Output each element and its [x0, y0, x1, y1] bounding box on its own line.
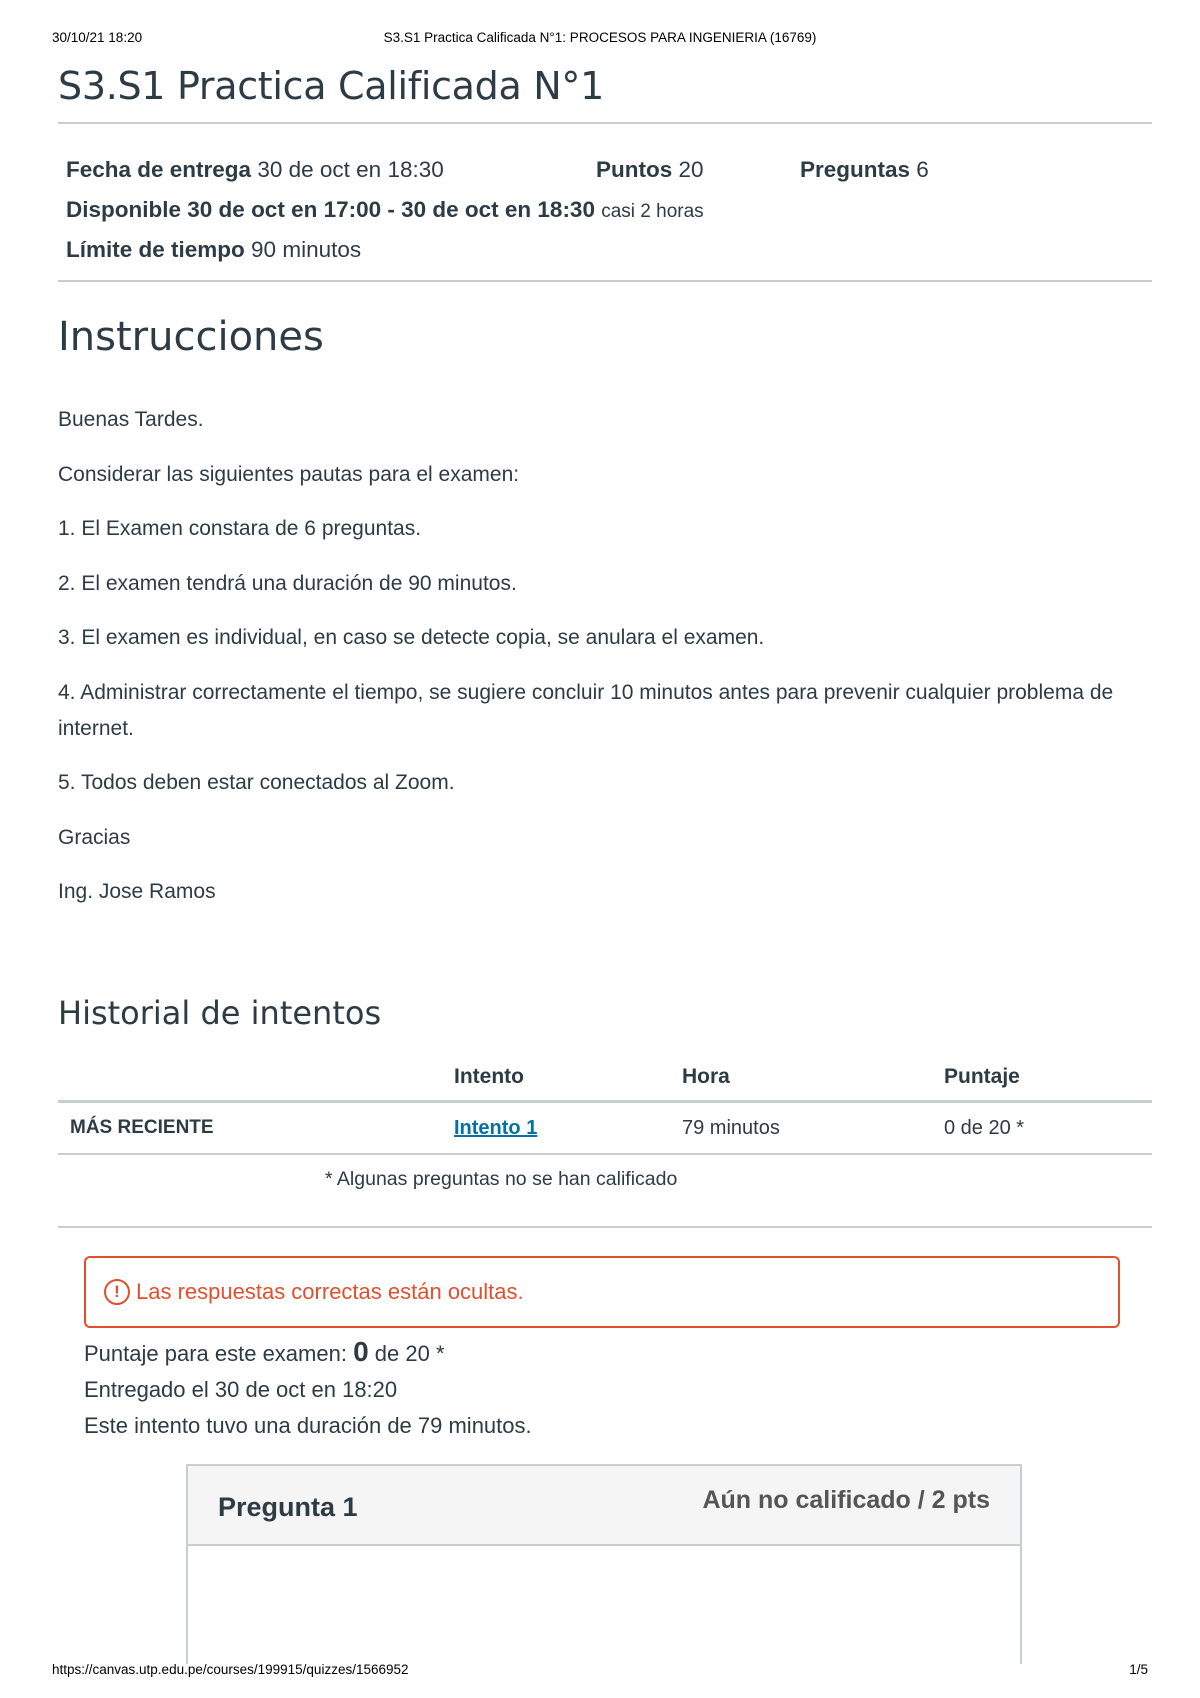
- column-header-attempt: Intento: [442, 1054, 670, 1103]
- details-row-3: Límite de tiempo 90 minutos: [66, 230, 1146, 270]
- available-note: casi 2 horas: [601, 201, 704, 222]
- due-value: 30 de oct en 18:30: [257, 157, 444, 182]
- table-header-row: Intento Hora Puntaje: [58, 1054, 1152, 1103]
- questions-value: 6: [916, 157, 929, 182]
- divider: [58, 122, 1152, 124]
- answers-hidden-alert: ! Las respuestas correctas están ocultas…: [84, 1256, 1120, 1328]
- recent-label: MÁS RECIENTE: [58, 1101, 442, 1155]
- instruction-paragraph: Buenas Tardes.: [58, 408, 204, 431]
- page-number: 1/5: [1129, 1662, 1148, 1677]
- time-limit-value: 90 minutos: [251, 237, 362, 262]
- available-label: Disponible: [66, 197, 182, 222]
- question-title: Pregunta 1: [218, 1492, 358, 1522]
- points-label: Puntos: [596, 157, 673, 182]
- divider: [58, 1226, 1152, 1228]
- history-footnote: * Algunas preguntas no se han calificado: [325, 1168, 678, 1190]
- score-value: 0: [353, 1336, 369, 1367]
- submitted-line: Entregado el 30 de oct en 18:20: [84, 1377, 398, 1402]
- instruction-paragraph: 5. Todos deben estar conectados al Zoom.: [58, 771, 455, 794]
- details-row-1: Fecha de entrega 30 de oct en 18:30 Punt…: [66, 150, 1146, 190]
- instruction-paragraph: 2. El examen tendrá una duración de 90 m…: [58, 571, 517, 595]
- warning-circle-icon: !: [104, 1279, 130, 1305]
- time-limit-label: Límite de tiempo: [66, 237, 245, 262]
- alert-text: Las respuestas correctas están ocultas.: [136, 1279, 524, 1304]
- score-suffix: de 20 *: [374, 1341, 445, 1366]
- points-value: 20: [678, 157, 704, 182]
- attempt-history-table: Intento Hora Puntaje MÁS RECIENTE Intent…: [58, 1054, 1152, 1155]
- available-value: 30 de oct en 17:00 - 30 de oct en 18:30: [187, 197, 595, 222]
- table-row: MÁS RECIENTE Intento 1 79 minutos 0 de 2…: [58, 1101, 1152, 1155]
- duration-line: Este intento tuvo una duración de 79 min…: [84, 1413, 532, 1438]
- history-heading: Historial de intentos: [58, 994, 382, 1032]
- attempt-link[interactable]: Intento 1: [454, 1117, 537, 1139]
- print-header: 30/10/21 18:20 S3.S1 Practica Calificada…: [52, 30, 1148, 48]
- instruction-paragraph: 4. Administrar correctamente el tiempo, …: [58, 680, 1114, 740]
- column-header-score: Puntaje: [932, 1054, 1152, 1103]
- instruction-paragraph: 1. El Examen constara de 6 preguntas.: [58, 517, 422, 540]
- score-line: Puntaje para este examen: 0 de 20 *: [84, 1334, 532, 1372]
- question-card: Pregunta 1 Aún no calificado / 2 pts: [186, 1464, 1022, 1664]
- details-row-2: Disponible 30 de oct en 17:00 - 30 de oc…: [66, 190, 1146, 230]
- question-status: Aún no calificado / 2 pts: [702, 1486, 990, 1514]
- instructions-heading: Instrucciones: [58, 314, 324, 360]
- instruction-paragraph: Ing. Jose Ramos: [58, 880, 216, 903]
- questions-label: Preguntas: [800, 157, 911, 182]
- attempt-score: 0 de 20 *: [932, 1101, 1152, 1155]
- due-label: Fecha de entrega: [66, 157, 252, 182]
- print-footer: https://canvas.utp.edu.pe/courses/199915…: [52, 1662, 1148, 1680]
- instruction-paragraph: Considerar las siguientes pautas para el…: [58, 462, 520, 486]
- attempt-time: 79 minutos: [670, 1101, 932, 1155]
- column-header: [58, 1054, 442, 1103]
- column-header-time: Hora: [670, 1054, 932, 1103]
- instructions-body: Buenas Tardes. Considerar las siguientes…: [58, 402, 1152, 929]
- quiz-details: Fecha de entrega 30 de oct en 18:30 Punt…: [66, 150, 1146, 270]
- score-summary: Puntaje para este examen: 0 de 20 * Entr…: [84, 1334, 532, 1444]
- page-title: S3.S1 Practica Calificada N°1: [58, 64, 604, 108]
- divider: [58, 280, 1152, 282]
- instruction-paragraph: 3. El examen es individual, en caso se d…: [58, 626, 765, 649]
- print-url: https://canvas.utp.edu.pe/courses/199915…: [52, 1662, 409, 1677]
- instruction-paragraph: Gracias: [58, 825, 131, 849]
- question-header: Pregunta 1 Aún no calificado / 2 pts: [188, 1466, 1020, 1546]
- print-doc-title: S3.S1 Practica Calificada N°1: PROCESOS …: [383, 30, 817, 45]
- score-prefix: Puntaje para este examen:: [84, 1341, 347, 1366]
